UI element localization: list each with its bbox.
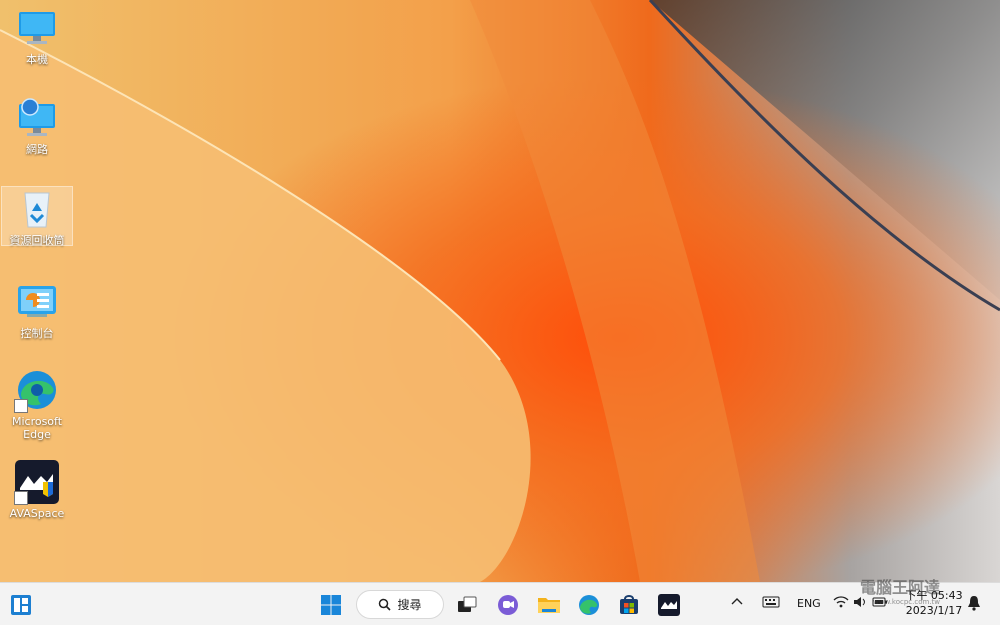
avaspace-icon: [14, 460, 59, 505]
search-label: 搜尋: [397, 598, 422, 612]
desktop-icon-label: 網路: [26, 143, 48, 156]
edge-button[interactable]: [574, 591, 604, 619]
desktop-icon-label: 本機: [26, 53, 48, 66]
desktop-icon-label: Microsoft Edge: [11, 415, 63, 441]
control-panel-icon: [15, 280, 59, 324]
bell-icon: [968, 596, 980, 611]
desktop-icon-label: 控制台: [20, 327, 54, 340]
keyboard-button[interactable]: [762, 596, 780, 611]
shortcut-arrow-icon: [14, 399, 28, 413]
desktop-icon-recycle-bin[interactable]: 資源回收筒: [1, 186, 73, 247]
store-button[interactable]: [614, 591, 644, 619]
desktop-icon-this-pc[interactable]: 本機: [2, 6, 72, 66]
watermark-url: www.kocpc.com.tw: [873, 598, 941, 606]
desktop-icon-label: 資源回收筒: [9, 234, 65, 247]
chat-icon: [498, 595, 518, 615]
keyboard-icon: [762, 596, 780, 608]
widgets-icon: [11, 595, 31, 615]
watermark-title: 電腦王阿達: [860, 578, 941, 597]
network-icon: [15, 96, 59, 140]
store-icon: [620, 595, 638, 614]
desktop-icon-network[interactable]: 網路: [2, 96, 72, 156]
recycle-bin-icon: [15, 187, 59, 231]
chat-button[interactable]: [493, 591, 523, 619]
desktop-icon-avaspace[interactable]: AVASpace: [2, 460, 72, 520]
avaspace-taskbar-button[interactable]: [654, 591, 684, 619]
file-explorer-button[interactable]: [534, 591, 564, 619]
shortcut-arrow-icon: [14, 491, 28, 505]
taskbar-search[interactable]: 搜尋: [356, 590, 444, 619]
file-explorer-icon: [538, 598, 560, 613]
notifications-button[interactable]: [967, 595, 981, 614]
watermark: 電腦王阿達 www.kocpc.com.tw: [860, 574, 940, 606]
edge-icon: [14, 368, 59, 413]
taskbar: 搜尋 ENG 下午 05:43 2023/1/17: [0, 582, 1000, 625]
wifi-icon: [833, 596, 849, 608]
tray-overflow-button[interactable]: [731, 596, 743, 609]
input-language[interactable]: ENG: [797, 597, 821, 610]
start-button[interactable]: [316, 591, 346, 619]
desktop-icon-control-panel[interactable]: 控制台: [2, 280, 72, 340]
desktop-icon-microsoft-edge[interactable]: Microsoft Edge: [2, 368, 72, 441]
task-view-button[interactable]: [452, 591, 482, 619]
edge-icon: [579, 595, 599, 615]
start-icon: [321, 595, 341, 615]
widgets-button[interactable]: [6, 591, 36, 619]
task-view-icon: [458, 596, 477, 612]
desktop-icon-label: AVASpace: [9, 507, 65, 520]
chevron-up-icon: [731, 598, 743, 605]
avaspace-icon: [658, 594, 680, 616]
search-icon: [379, 598, 392, 611]
wallpaper: [0, 0, 1000, 582]
monitor-icon: [15, 6, 59, 50]
